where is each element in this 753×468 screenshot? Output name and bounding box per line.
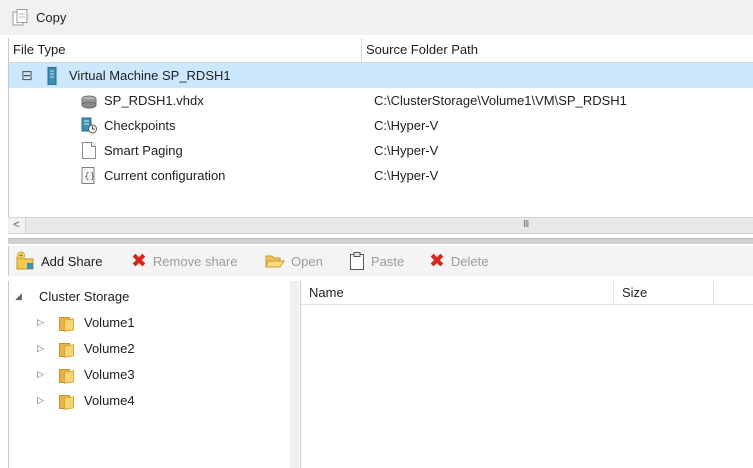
folder-icon (57, 341, 74, 357)
vm-row[interactable]: ⊟ Virtual Machine SP_RDSH1 (9, 63, 753, 88)
document-icon (82, 142, 96, 159)
column-header-empty (714, 281, 753, 305)
grid-header: File Type Source Folder Path (9, 38, 753, 63)
delete-icon: ✖ (429, 250, 445, 272)
collapse-icon[interactable]: ⊟ (21, 63, 41, 88)
file-row[interactable]: SP_RDSH1.vhdx C:\ClusterStorage\Volume1\… (9, 88, 753, 113)
expand-triangle-icon[interactable]: ▷ (37, 395, 51, 406)
vertical-splitter[interactable] (290, 281, 299, 468)
storage-tree: ◢ Cluster Storage ▷ Volume1 ▷ Volume2 ▷ … (8, 281, 291, 468)
delete-button[interactable]: ✖ Delete (429, 246, 489, 276)
delete-label: Delete (450, 253, 489, 269)
tree-item-cluster-storage[interactable]: ◢ Cluster Storage (15, 283, 129, 309)
add-share-button[interactable]: Add Share (15, 246, 102, 276)
file-grid: File Type Source Folder Path ⊟ Virtual M… (8, 38, 753, 233)
scroll-left-button[interactable]: < (8, 218, 26, 233)
file-list: Name Size (300, 281, 753, 468)
tree-item-label: Volume2 (84, 340, 135, 356)
column-header-name[interactable]: Name (301, 281, 614, 305)
file-name: SP_RDSH1.vhdx (104, 93, 204, 108)
file-name: Current configuration (104, 168, 226, 183)
add-share-label: Add Share (41, 253, 103, 269)
file-path: C:\ClusterStorage\Volume1\VM\SP_RDSH1 (374, 93, 627, 108)
horizontal-scrollbar[interactable]: < III (8, 217, 753, 234)
file-path: C:\Hyper-V (374, 168, 439, 183)
file-path: C:\Hyper-V (374, 118, 439, 133)
disk-icon (80, 93, 98, 109)
remove-icon: ✖ (131, 250, 147, 272)
tree-item-volume1[interactable]: ▷ Volume1 (37, 309, 135, 335)
copy-button[interactable]: Copy (12, 0, 66, 35)
file-row[interactable]: Smart Paging C:\Hyper-V (9, 138, 753, 163)
paste-button[interactable]: Paste (349, 246, 404, 276)
copy-icon (12, 9, 28, 26)
tree-item-volume3[interactable]: ▷ Volume3 (37, 361, 135, 387)
tree-item-volume2[interactable]: ▷ Volume2 (37, 335, 135, 361)
open-button[interactable]: Open (265, 246, 323, 276)
tree-item-label: Volume4 (84, 392, 135, 408)
paste-icon (349, 252, 365, 270)
open-label: Open (291, 253, 323, 269)
expand-triangle-icon[interactable]: ▷ (37, 369, 51, 380)
remove-share-label: Remove share (152, 253, 238, 269)
file-name: Smart Paging (104, 143, 183, 158)
folder-icon (57, 315, 74, 331)
vm-name: Virtual Machine SP_RDSH1 (69, 68, 231, 83)
tree-item-label: Cluster Storage (39, 288, 130, 304)
open-folder-icon (265, 253, 285, 269)
svg-text:{}: {} (84, 172, 95, 182)
file-row[interactable]: Checkpoints C:\Hyper-V (9, 113, 753, 138)
configuration-icon: {} (81, 167, 96, 184)
copy-label: Copy (36, 10, 67, 25)
column-header-size[interactable]: Size (614, 281, 714, 305)
tree-item-label: Volume1 (84, 314, 135, 330)
add-share-icon (15, 251, 35, 271)
file-row[interactable]: {} Current configuration C:\Hyper-V (9, 163, 753, 188)
scroll-grip[interactable]: III (523, 219, 529, 230)
collapse-triangle-icon[interactable]: ◢ (15, 291, 29, 302)
file-name: Checkpoints (104, 118, 176, 133)
folder-icon (57, 393, 74, 409)
column-header-source-folder-path[interactable]: Source Folder Path (362, 38, 753, 62)
top-toolbar: Copy (0, 0, 753, 35)
folder-icon (57, 367, 74, 383)
column-header-file-type[interactable]: File Type (9, 38, 362, 62)
remove-share-button[interactable]: ✖ Remove share (131, 246, 237, 276)
pane-splitter[interactable] (8, 238, 753, 244)
virtual-machine-icon (45, 66, 59, 85)
share-toolbar: Add Share ✖ Remove share Open Paste ✖ De… (8, 246, 753, 276)
tree-item-label: Volume3 (84, 366, 135, 382)
file-path: C:\Hyper-V (374, 143, 439, 158)
paste-label: Paste (371, 253, 405, 269)
expand-triangle-icon[interactable]: ▷ (37, 343, 51, 354)
checkpoints-icon (80, 117, 98, 134)
expand-triangle-icon[interactable]: ▷ (37, 317, 51, 328)
tree-item-volume4[interactable]: ▷ Volume4 (37, 387, 135, 413)
